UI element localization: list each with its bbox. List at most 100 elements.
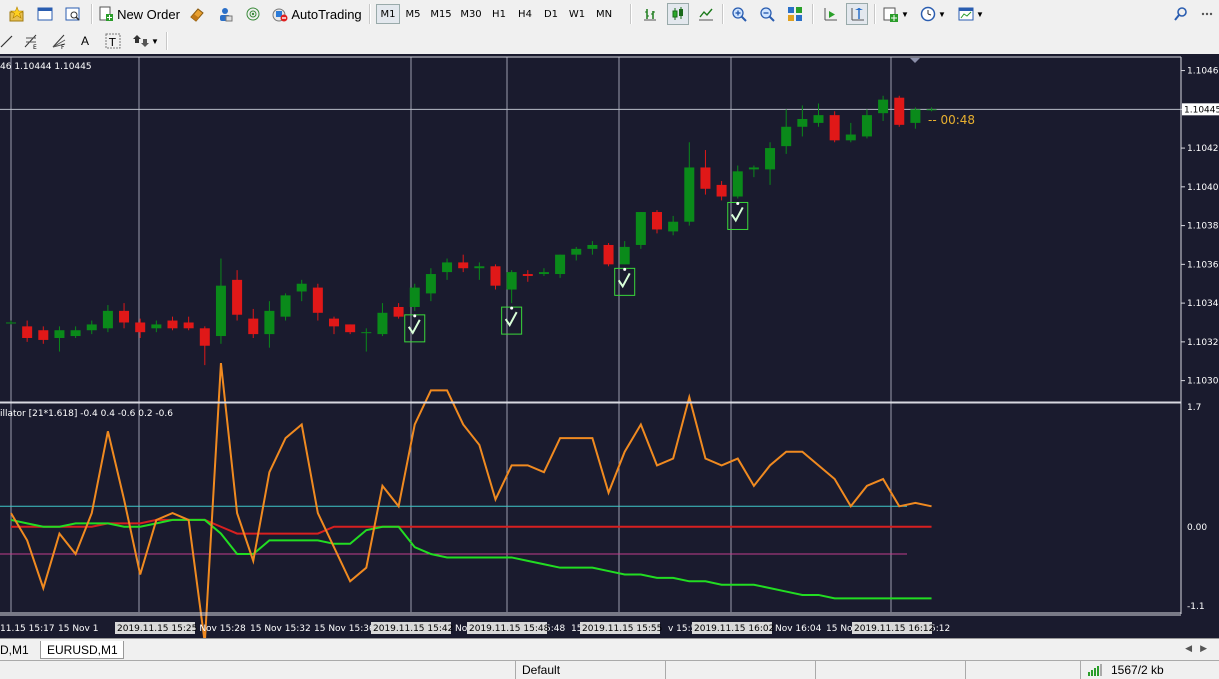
arrows-button[interactable]: ▼: [132, 30, 160, 52]
timeframe-m15-button[interactable]: M15: [426, 4, 456, 24]
time-tick-label: 15 Nov 1: [58, 624, 98, 634]
timeframe-h1-button[interactable]: H1: [486, 4, 512, 24]
timeframe-w1-button[interactable]: W1: [564, 4, 590, 24]
templates-dropdown-button[interactable]: ▼: [955, 3, 987, 25]
candle: [878, 95, 889, 121]
clock-icon: [920, 6, 936, 22]
candle-body: [603, 244, 614, 265]
candle: [119, 303, 130, 329]
dots-icon: [1201, 12, 1213, 16]
candle-body: [668, 221, 679, 232]
candle-body: [797, 119, 808, 127]
candle: [732, 165, 743, 199]
signal-dot: [413, 314, 417, 318]
candle: [151, 320, 162, 333]
crosshair-time-box: 2019.11.15 15:42: [371, 622, 453, 634]
price-tick-label: 1.10465: [1187, 67, 1219, 77]
candle: [894, 95, 905, 127]
market-watch-button[interactable]: [186, 3, 208, 25]
candle-body: [442, 262, 453, 273]
candle-body: [393, 306, 404, 317]
status-profile: Default: [515, 661, 665, 679]
indicator-tick-label: -1.1: [1187, 602, 1205, 612]
new-order-button[interactable]: New Order: [98, 3, 180, 25]
periods-button[interactable]: ▼: [918, 3, 948, 25]
fibonacci-button[interactable]: E: [20, 30, 42, 52]
data-window-button[interactable]: [214, 3, 236, 25]
zoom-in-button[interactable]: [728, 3, 750, 25]
chart-window[interactable]: 1.10465 1.10445 1.10425 1.10405 1.10385 1.103…: [0, 54, 1219, 638]
candle-body: [248, 318, 259, 335]
candle: [506, 270, 517, 304]
candle: [393, 303, 404, 319]
toolbar-more-button[interactable]: [1198, 3, 1216, 25]
timeframe-m5-button[interactable]: M5: [400, 4, 426, 24]
timeframe-mn-button[interactable]: MN: [590, 4, 618, 24]
tab-label: EURUSD,M1: [47, 642, 118, 657]
toolbar-separator: [812, 4, 814, 24]
chart-grid: [10, 57, 892, 612]
chart-shift-marker[interactable]: [910, 58, 920, 63]
candle-body: [6, 322, 16, 324]
indicator-orange-line: [10, 362, 932, 638]
tile-windows-button[interactable]: [784, 3, 806, 25]
price-tick-label: 1.10405: [1187, 183, 1219, 193]
candlestick-chart-button[interactable]: [667, 3, 689, 25]
candle: [684, 142, 695, 226]
candle: [748, 165, 759, 178]
time-tick-label: No: [455, 624, 468, 634]
line-tool-button[interactable]: [0, 30, 16, 52]
timeframe-m1-button[interactable]: M1: [376, 4, 400, 24]
timeframe-d1-button[interactable]: D1: [538, 4, 564, 24]
text-label-button[interactable]: T: [102, 30, 124, 52]
price-axis: 1.10465 1.10445 1.10425 1.10405 1.10385 1.103…: [1181, 67, 1219, 387]
tab-chart-partial[interactable]: D,M1: [0, 641, 35, 659]
candle: [813, 103, 824, 127]
navigator-button[interactable]: [242, 3, 264, 25]
candle: [652, 210, 662, 234]
indicator-red-line: [11, 518, 932, 535]
timeframe-m30-button[interactable]: M30: [456, 4, 486, 24]
candle-body: [522, 274, 533, 276]
candle: [474, 262, 485, 280]
candle-body: [894, 97, 905, 125]
search-button[interactable]: [1170, 3, 1192, 25]
autotrading-button[interactable]: AutoTrading: [270, 3, 364, 25]
timeframe-h4-button[interactable]: H4: [512, 4, 538, 24]
candle: [555, 254, 566, 278]
indicators-button[interactable]: ▼: [881, 3, 911, 25]
time-axis: 11.15 15:17 15 Nov 1 15 Nov 15:28 15 Nov 15…: [0, 622, 950, 634]
price-chart[interactable]: 1.10465 1.10445 1.10425 1.10405 1.10385 1.103…: [0, 54, 1219, 638]
zoom-out-button[interactable]: [756, 3, 778, 25]
fibo-fan-button[interactable]: F: [48, 30, 70, 52]
candle-body: [22, 326, 33, 338]
candle-body: [684, 167, 695, 222]
chart-shift-icon: [851, 8, 864, 21]
candle: [280, 293, 291, 321]
text-tool-button[interactable]: A: [76, 30, 94, 52]
profiles-button[interactable]: [34, 3, 56, 25]
candle: [700, 150, 711, 195]
tab-eurusd-m1[interactable]: EURUSD,M1: [40, 641, 124, 659]
candle-body: [70, 330, 81, 337]
svg-text:F: F: [61, 44, 65, 49]
chart-shift-button[interactable]: [846, 3, 868, 25]
candle-body: [700, 167, 711, 189]
toolbar-separator: [630, 4, 632, 24]
bar-chart-button[interactable]: [640, 3, 660, 25]
candle: [70, 326, 81, 338]
time-box-label: 2019.11.15 15:48: [469, 624, 550, 634]
candle-body: [538, 272, 549, 275]
search-icon: [1174, 7, 1187, 21]
candle: [312, 283, 323, 321]
autoscroll-button[interactable]: [819, 3, 841, 25]
text-icon: A: [80, 34, 89, 48]
tab-scroll-arrows[interactable]: ◀▶: [1185, 643, 1215, 654]
signal-check-icon: [501, 306, 523, 335]
line-chart-button[interactable]: [696, 3, 716, 25]
candle-body: [474, 266, 485, 269]
templates-button[interactable]: [62, 3, 84, 25]
favorites-button[interactable]: [6, 3, 28, 25]
candle: [135, 318, 146, 338]
time-tick-label: 15 No: [826, 624, 853, 634]
